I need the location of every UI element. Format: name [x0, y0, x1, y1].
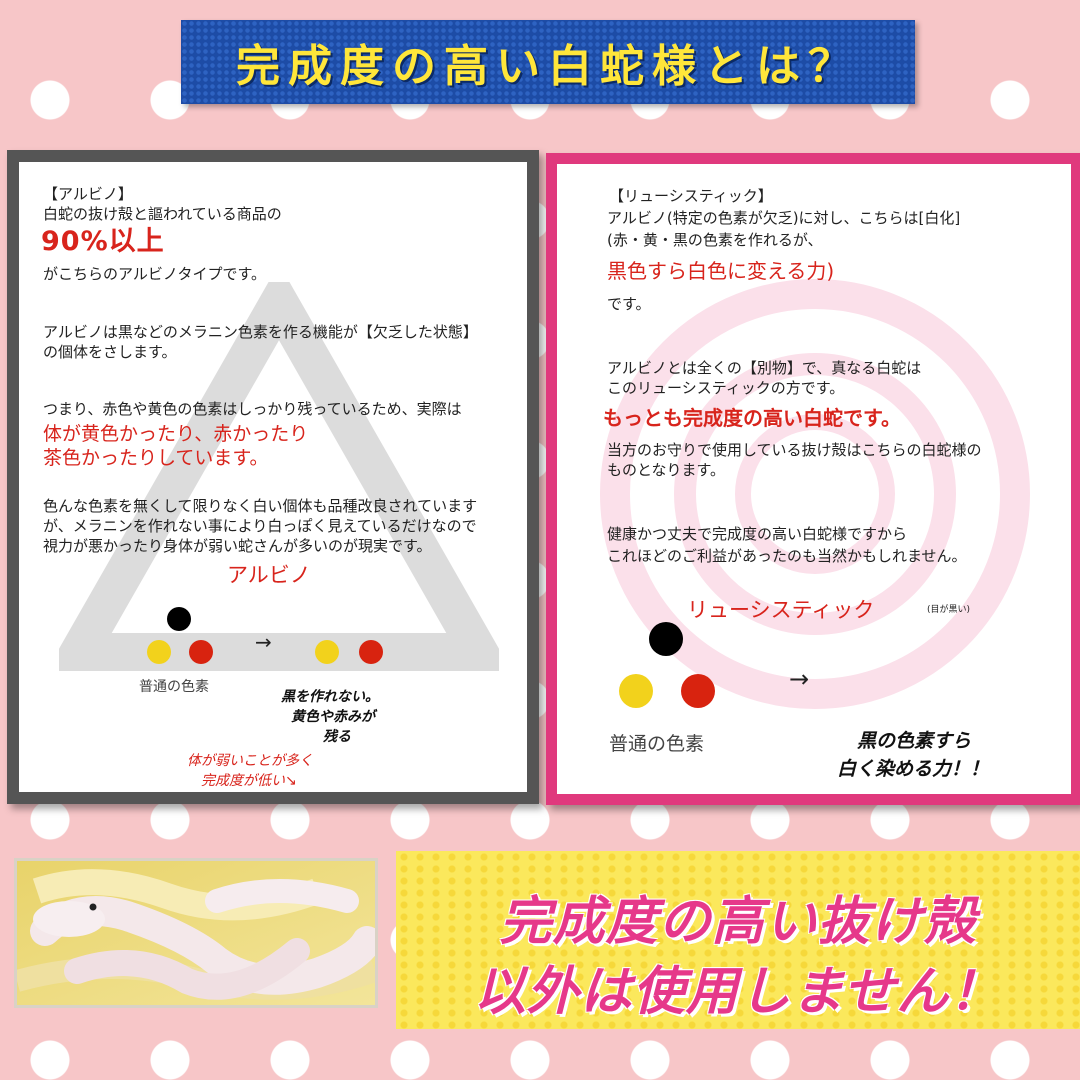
- bottom-statement-line1: 完成度の高い抜け殻: [499, 892, 977, 952]
- leucistic-intro-line2: (赤・黄・黒の色素を作れるが、: [607, 231, 823, 249]
- albino-para2-line1: アルビノは黒などのメラニン色素を作る機能が【欠乏した状態】: [43, 323, 478, 341]
- leucistic-diagram-label: リューシスティック: [687, 598, 875, 622]
- leucistic-eye-note: (目が黒い): [927, 605, 971, 615]
- albino-intro: 白蛇の抜け殻と謳われている商品の: [43, 205, 282, 223]
- black-pigment-dot: [649, 622, 683, 656]
- bottom-statement-line2: 以外は使用しません！: [473, 962, 1003, 1022]
- albino-diagram-label: アルビノ: [227, 563, 311, 587]
- leucistic-highlight-2: もっとも完成度の高い白蛇です。: [603, 406, 901, 430]
- leucistic-intro-line1: アルビノ(特定の色素が欠乏)に対し、こちらは[白化]: [607, 209, 961, 227]
- albino-hand-note-line1: 体が弱いことが多く: [187, 753, 313, 769]
- albino-panel: 【アルビノ】 白蛇の抜け殻と謳われている商品の 90%以上 がこちらのアルビノタ…: [7, 150, 539, 804]
- leucistic-heading: 【リューシスティック】: [609, 187, 773, 205]
- leucistic-intro-line3: です。: [607, 295, 651, 313]
- leucistic-para3-line2: ものとなります。: [607, 461, 726, 479]
- yellow-pigment-dot-after: [315, 640, 339, 664]
- bottom-statement-panel: 完成度の高い抜け殻 以外は使用しません！: [396, 851, 1080, 1029]
- albino-normal-label: 普通の色素: [139, 679, 209, 695]
- albino-note-line1: 黒を作れない。: [281, 689, 379, 705]
- albino-para2-line2: の個体をさします。: [43, 343, 177, 361]
- albino-note-line3: 残る: [323, 729, 351, 745]
- leucistic-power-line1: 黒の色素すら: [857, 730, 972, 752]
- albino-percent: 90%以上: [41, 226, 165, 257]
- leucistic-para3-line1: 当方のお守りで使用している抜け殻はこちらの白蛇様の: [607, 441, 982, 459]
- page-title: 完成度の高い白蛇様とは？: [236, 41, 860, 92]
- title-banner: 完成度の高い白蛇様とは？: [181, 20, 915, 104]
- albino-note-line2: 黄色や赤みが: [291, 709, 375, 725]
- albino-para3-red2: 茶色かったりしています。: [43, 447, 269, 469]
- white-snake-illustration: [17, 861, 375, 1005]
- red-pigment-dot: [189, 640, 213, 664]
- yellow-pigment-dot: [147, 640, 171, 664]
- red-pigment-dot-after: [359, 640, 383, 664]
- arrow-icon: →: [255, 630, 272, 654]
- white-snake-photo: [14, 858, 378, 1008]
- arrow-icon: →: [789, 665, 810, 693]
- leucistic-para2-line1: アルビノとは全くの【別物】で、真なる白蛇は: [607, 359, 922, 377]
- leucistic-normal-label: 普通の色素: [609, 733, 705, 755]
- leucistic-power-line2: 白く染める力！！: [837, 758, 990, 780]
- albino-hand-note-line2: 完成度が低い↘: [201, 773, 297, 789]
- albino-heading: 【アルビノ】: [43, 185, 133, 203]
- leucistic-para4-line1: 健康かつ丈夫で完成度の高い白蛇様ですから: [607, 525, 908, 543]
- leucistic-panel: 【リューシスティック】 アルビノ(特定の色素が欠乏)に対し、こちらは[白化] (…: [546, 153, 1080, 805]
- black-pigment-dot: [167, 607, 191, 631]
- leucistic-highlight-1: 黒色すら白色に変える力): [607, 259, 835, 283]
- circle-decoration: [600, 279, 1030, 709]
- albino-para3-line1: つまり、赤色や黄色の色素はしっかり残っているため、実際は: [43, 400, 462, 418]
- yellow-pigment-dot: [619, 674, 653, 708]
- albino-para4-line2: が、メラニンを作れない事により白っぽく見えているだけなので: [43, 517, 477, 535]
- leucistic-para4-line2: これほどのご利益があったのも当然かもしれません。: [607, 547, 967, 565]
- leucistic-para2-line2: このリューシスティックの方です。: [607, 379, 845, 397]
- albino-para4-line3: 視力が悪かったり身体が弱い蛇さんが多いのが現実です。: [43, 537, 432, 555]
- red-pigment-dot: [681, 674, 715, 708]
- albino-intro-2: がこちらのアルビノタイプです。: [43, 265, 267, 283]
- albino-para4-line1: 色んな色素を無くして限りなく白い個体も品種改良されています: [43, 497, 478, 515]
- albino-para3-red1: 体が黄色かったり、赤かったり: [43, 423, 309, 445]
